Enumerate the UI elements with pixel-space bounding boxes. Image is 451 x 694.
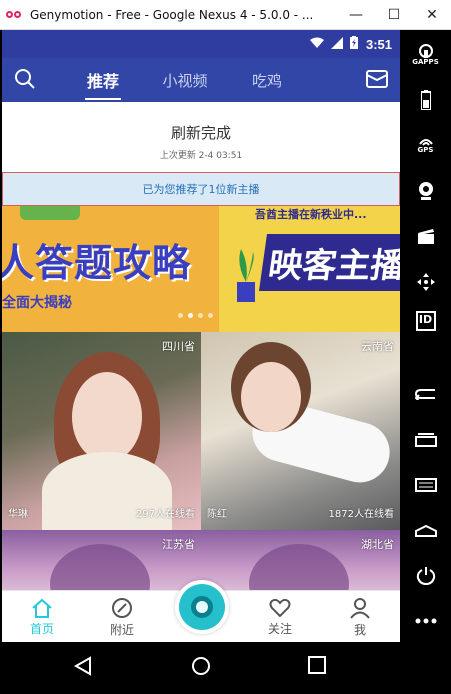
banner-quiz-headline: 人答题攻略 [2,241,192,285]
banner-inke[interactable]: 吾酋主播在新秩业中... 映客主播 [219,206,400,332]
home-button[interactable] [400,510,451,551]
stream-card[interactable]: 江苏省 [2,530,201,594]
phone-screen: 3:51 推荐 小视频 吃鸡 刷新完成 上次更新 2-4 03:51 已为您推荐… [2,30,400,642]
genymotion-logo [6,8,26,22]
refresh-indicator: 刷新完成 上次更新 2-4 03:51 [2,102,400,172]
move-button[interactable] [400,261,451,302]
stream-card[interactable]: 云南省 陈红 1872人在线看 [201,332,400,530]
window-title: Genymotion - Free - Google Nexus 4 - 5.0… [30,7,314,22]
person-icon [350,597,370,619]
id-button[interactable]: ID [400,306,451,347]
recommend-notice: 已为您推荐了1位新主播 [2,172,400,206]
nav-home[interactable]: 首页 [2,591,82,642]
webcam-button[interactable] [400,170,451,211]
nav-follow-label: 关注 [267,621,292,636]
plant-illustration [237,249,255,302]
recent-apps-button[interactable] [400,419,451,460]
wifi-icon [309,37,324,52]
live-button[interactable] [175,580,229,634]
stream-card[interactable]: 四川省 华琳 297人在线看 [2,332,201,530]
clapperboard-icon [417,229,434,245]
app-bar: 推荐 小视频 吃鸡 [2,58,400,102]
tab-pubg[interactable]: 吃鸡 [226,58,308,102]
streamer-grid: 四川省 华琳 297人在线看 云南省 陈红 1872人在线看 江苏省 湖北省 [2,332,400,594]
battery-button[interactable] [400,79,451,120]
window-titlebar: Genymotion - Free - Google Nexus 4 - 5.0… [0,0,451,30]
banner-carousel[interactable]: 人答题攻略 全面大揭秘 吾酋主播在新秩业中... 映客主播 [2,206,400,332]
close-button[interactable]: ✕ [413,0,451,30]
tab-short-video[interactable]: 小视频 [144,58,226,102]
nav-follow[interactable]: 关注 [240,591,320,642]
nav-home-label: 首页 [29,621,54,636]
move-icon [416,272,435,291]
more-button[interactable] [400,601,451,642]
compass-icon [112,597,132,618]
nav-nearby[interactable]: 附近 [82,591,162,642]
carousel-dot [198,313,203,318]
viewer-count: 297人在线看 [135,509,195,520]
heart-icon [269,598,291,617]
banner-quiz-subline: 全面大揭秘 [2,295,72,311]
search-icon[interactable] [14,68,36,94]
battery-charging-icon [349,36,358,52]
minimize-button[interactable]: — [337,0,375,30]
back-button[interactable] [400,374,451,415]
refresh-title: 刷新完成 [170,124,231,142]
stream-location: 江苏省 [162,538,195,551]
carousel-dot [188,313,193,318]
nav-recents-button[interactable] [308,656,326,678]
menu-icon [414,478,437,493]
more-icon [415,618,436,624]
recents-square-icon [308,656,326,674]
tab-bar: 推荐 小视频 吃鸡 [62,58,308,102]
nav-me-label: 我 [353,622,366,637]
streamer-name: 华琳 [8,509,28,520]
nav-nearby-label: 附近 [109,622,134,637]
carousel-dot [208,313,213,318]
status-bar: 3:51 [2,30,400,58]
carousel-dot [178,313,183,318]
back-icon [414,389,435,401]
gps-label: GPS [417,146,434,155]
stream-location: 云南省 [361,340,394,353]
capture-button[interactable] [400,216,451,257]
recent-apps-icon [414,432,437,447]
battery-icon [420,90,431,111]
gapps-icon [418,43,433,58]
webcam-icon [418,181,433,200]
home-circle-icon [192,657,210,675]
nav-home-button[interactable] [191,656,211,680]
mail-icon[interactable] [366,70,388,92]
menu-button[interactable] [400,465,451,506]
id-label: ID [418,312,433,326]
banner-inke-headline: 映客主播 [258,234,400,291]
gapps-button[interactable]: GAPPS [400,34,451,75]
gps-icon [418,139,433,147]
stream-card[interactable]: 湖北省 [201,530,400,594]
refresh-timestamp: 上次更新 2-4 03:51 [159,151,243,161]
status-time: 3:51 [365,36,392,52]
banner-inke-topline: 吾酋主播在新秩业中... [255,208,367,221]
gps-button[interactable]: GPS [400,125,451,166]
tab-recommend[interactable]: 推荐 [62,58,144,102]
power-icon [416,566,435,585]
back-triangle-icon [73,656,91,676]
stream-location: 湖北省 [361,538,394,551]
stream-location: 四川省 [162,340,195,353]
nav-me[interactable]: 我 [320,591,400,642]
signal-icon [330,36,343,52]
nav-back-button[interactable] [73,656,92,680]
home-icon [32,598,52,618]
android-nav-bar [0,642,451,694]
genymotion-toolbar: GAPPS GPS ID [400,30,451,642]
maximize-button[interactable]: ☐ [375,0,413,30]
camera-icon [179,584,225,630]
gapps-label: GAPPS [412,57,439,66]
power-button[interactable] [400,555,451,596]
viewer-count: 1872人在线看 [328,509,394,520]
home-icon [414,524,437,537]
streamer-name: 陈红 [207,509,227,520]
carousel-dots [178,313,218,318]
